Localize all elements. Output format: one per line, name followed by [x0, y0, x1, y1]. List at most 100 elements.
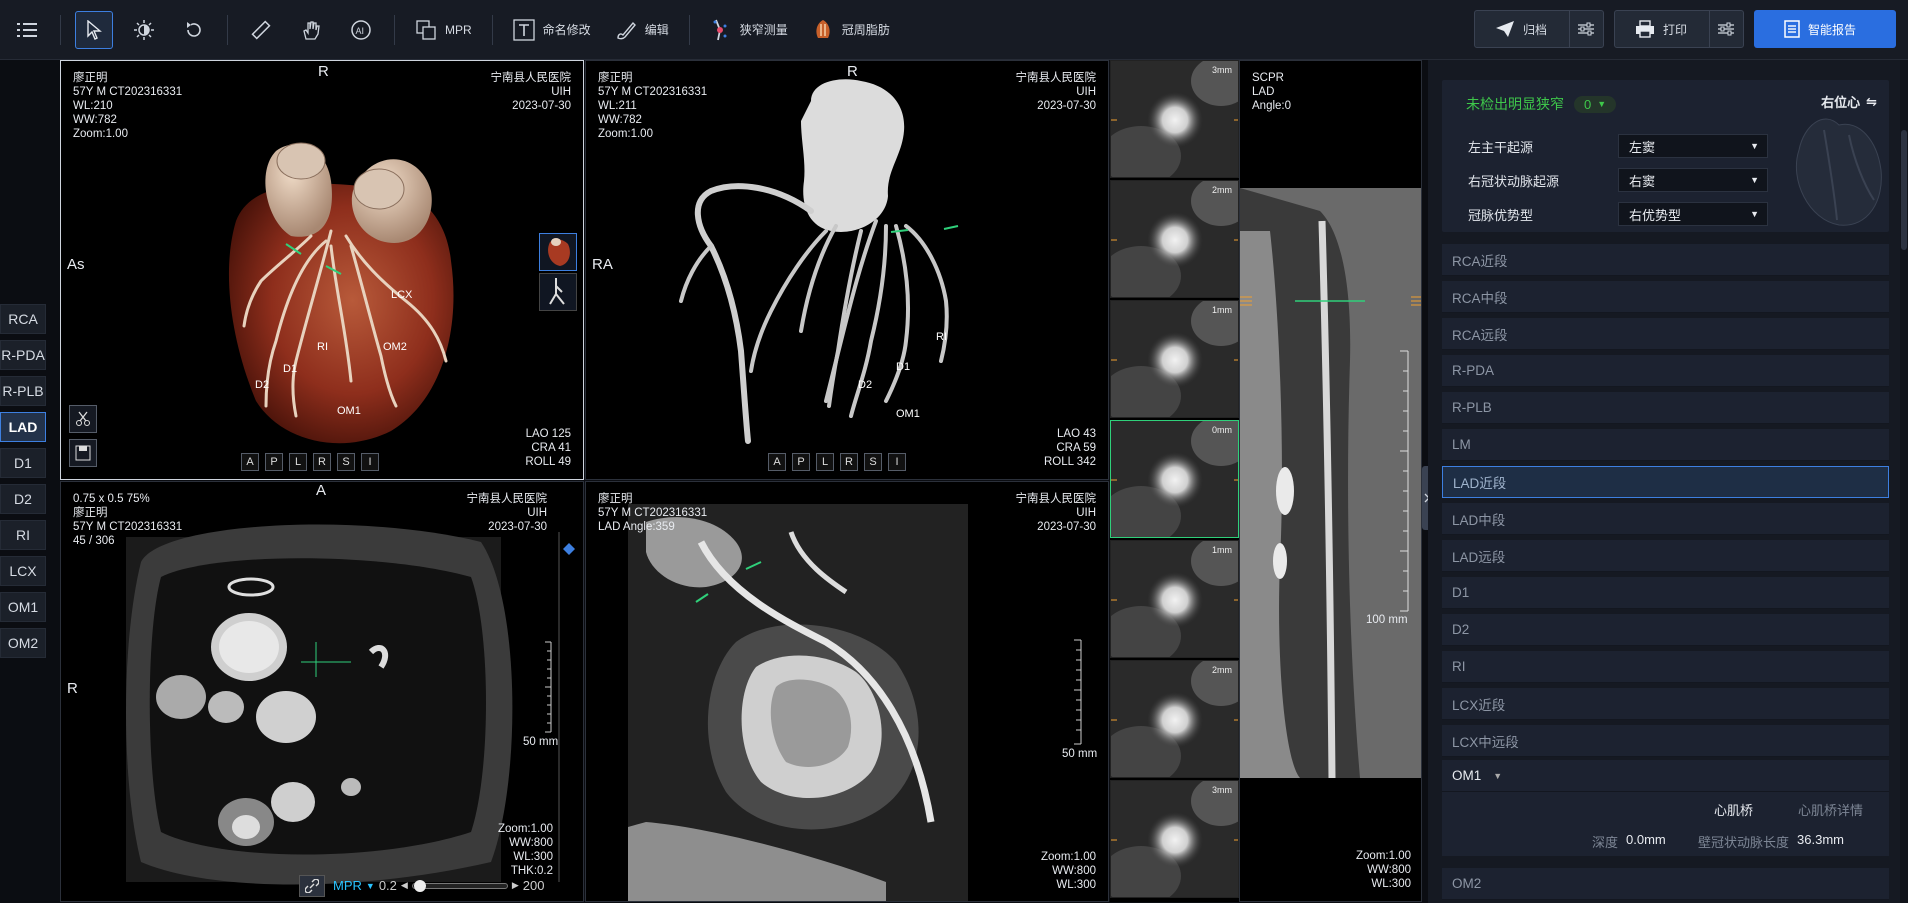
segment-item[interactable]: RCA远段 [1442, 318, 1889, 350]
dominance-select[interactable]: 右优势型 ▼ [1618, 202, 1768, 226]
view-button-a[interactable]: A [768, 453, 786, 471]
rename-button[interactable]: 命名修改 [513, 18, 591, 41]
chevron-down-icon: ▼ [1750, 209, 1759, 219]
cross-section-0[interactable]: 3mm [1110, 60, 1239, 178]
window-level: WL:210 [73, 100, 113, 112]
save-icon[interactable] [69, 439, 97, 467]
print-settings-button[interactable] [1708, 11, 1743, 47]
scrollbar-thumb[interactable] [1901, 130, 1907, 250]
rename-label: 命名修改 [542, 23, 591, 37]
view-button-r[interactable]: R [840, 453, 858, 471]
pointer-tool-icon[interactable] [75, 10, 113, 49]
segment-item[interactable]: D2 [1442, 614, 1889, 646]
mpr-mode-label[interactable]: MPR [333, 878, 362, 893]
stenosis-measure-button[interactable]: 狭窄测量 [710, 18, 788, 42]
slab-slider-thumb[interactable] [414, 879, 427, 892]
view-button-l[interactable]: L [289, 453, 307, 471]
scpr-viewport[interactable]: SCPR LAD Angle:0 100 mm Zoom:1.00 WW:800… [1239, 60, 1422, 902]
axial-viewport[interactable]: 0.75 x 0.5 75% 廖正明 57Y M CT202316331 45 … [60, 481, 584, 902]
segment-item[interactable]: R-PDA [1442, 355, 1889, 387]
view-button-s[interactable]: S [864, 453, 882, 471]
cross-section-4[interactable]: 1mm [1110, 540, 1239, 658]
vessel-tree-viewport[interactable]: 廖正明 57Y M CT202316331 WL:211 WW:782 Zoom… [585, 60, 1109, 480]
segment-d1[interactable]: D1 [0, 448, 46, 478]
view-button-a[interactable]: A [241, 453, 259, 471]
ai-icon[interactable]: AI [342, 11, 380, 49]
cross-section-6[interactable]: 3mm [1110, 780, 1239, 898]
view-button-i[interactable]: I [888, 453, 906, 471]
view-button-l[interactable]: L [816, 453, 834, 471]
rotate-icon[interactable] [175, 11, 213, 49]
window-level-icon[interactable] [125, 11, 163, 49]
smart-report-button[interactable]: 智能报告 [1753, 10, 1896, 48]
segment-item[interactable]: LM [1442, 429, 1889, 461]
patient-id: 57Y M CT202316331 [598, 507, 708, 519]
segment-item[interactable]: LCX中远段 [1442, 725, 1889, 757]
lao-angle: LAO 125 [525, 428, 571, 440]
view-button-s[interactable]: S [337, 453, 355, 471]
view-button-p[interactable]: P [792, 453, 810, 471]
rca-origin-label: 右冠状动脉起源 [1468, 173, 1560, 189]
segment-item[interactable]: LAD远段 [1442, 540, 1889, 572]
stenosis-status: 未检出明显狭窄 0 ▼ [1466, 94, 1617, 114]
ruler-icon[interactable] [242, 11, 280, 49]
segment-ri[interactable]: RI [0, 520, 46, 550]
edit-button[interactable]: 编辑 [615, 19, 669, 41]
rca-origin-select[interactable]: 右窦 ▼ [1618, 168, 1768, 192]
segment-r-pda[interactable]: R-PDA [0, 340, 46, 370]
segment-item-om2[interactable]: OM2 [1442, 868, 1889, 900]
slab-slider[interactable] [411, 879, 508, 892]
vr-thumbnail-heart[interactable] [539, 233, 577, 271]
report-panel: 未检出明显狭窄 0 ▼ 右位心 ⇋ 左主干起源 左窦 ▼ 右冠状动脉起源 右窦 … [1428, 60, 1908, 903]
segment-lcx[interactable]: LCX [0, 556, 46, 586]
vr-viewport[interactable]: 廖正明 57Y M CT202316331 WL:210 WW:782 Zoom… [60, 60, 584, 480]
cross-section-2[interactable]: 1mm [1110, 300, 1239, 418]
patient-name: 廖正明 [73, 72, 108, 84]
vr-thumbnail-vessels[interactable] [539, 273, 577, 311]
coronary-summary-card: 未检出明显狭窄 0 ▼ 右位心 ⇋ 左主干起源 左窦 ▼ 右冠状动脉起源 右窦 … [1442, 80, 1889, 232]
segment-item[interactable]: RCA近段 [1442, 244, 1889, 276]
dominance-label: 冠脉优势型 [1468, 207, 1534, 223]
segment-item[interactable]: LAD中段 [1442, 503, 1889, 535]
mpr-button[interactable]: MPR [415, 19, 472, 41]
slider-right-arrow-icon[interactable]: ▶ [512, 880, 519, 891]
tab-myocardial-bridge[interactable]: 心肌桥 [1714, 800, 1753, 819]
link-icon[interactable] [299, 875, 325, 897]
segment-item[interactable]: D1 [1442, 577, 1889, 609]
view-button-i[interactable]: I [361, 453, 379, 471]
view-button-p[interactable]: P [265, 453, 283, 471]
bridge-length-field: 壁冠状动脉长度 36.3mm [1698, 832, 1844, 851]
print-button[interactable]: 打印 [1615, 11, 1709, 47]
view-button-r[interactable]: R [313, 453, 331, 471]
cross-section-3[interactable]: 0mm [1110, 420, 1239, 538]
archive-button[interactable]: 归档 [1475, 11, 1569, 47]
stenosis-count-dropdown[interactable]: 0 ▼ [1574, 95, 1617, 113]
segment-item[interactable]: LAD近段 [1442, 466, 1889, 498]
segment-item[interactable]: RI [1442, 651, 1889, 683]
cross-section-1[interactable]: 2mm [1110, 180, 1239, 298]
scissors-icon[interactable] [69, 405, 97, 433]
left-main-origin-select[interactable]: 左窦 ▼ [1618, 134, 1768, 158]
segment-item[interactable]: RCA中段 [1442, 281, 1889, 313]
segment-d2[interactable]: D2 [0, 484, 46, 514]
segment-om2[interactable]: OM2 [0, 628, 46, 658]
pericoronary-fat-button[interactable]: 冠周脂肪 [812, 18, 890, 42]
edit-label: 编辑 [644, 23, 669, 37]
list-menu-icon[interactable] [8, 11, 46, 49]
mpr-dropdown-icon[interactable]: ▼ [366, 881, 375, 891]
cross-section-5[interactable]: 2mm [1110, 660, 1239, 778]
segment-rca[interactable]: RCA [0, 304, 46, 334]
archive-settings-button[interactable] [1568, 11, 1603, 47]
panel-scrollbar[interactable] [1900, 60, 1908, 903]
tab-myocardial-bridge-detail[interactable]: 心肌桥详情 [1798, 800, 1863, 819]
segment-lad[interactable]: LAD [0, 412, 46, 442]
hand-icon[interactable] [292, 11, 330, 49]
segment-item-om1[interactable]: OM1 ▼ [1442, 760, 1889, 792]
slider-left-arrow-icon[interactable]: ◀ [401, 880, 408, 891]
segment-item[interactable]: LCX近段 [1442, 688, 1889, 720]
segment-om1[interactable]: OM1 [0, 592, 46, 622]
segment-r-plb[interactable]: R-PLB [0, 376, 46, 406]
segment-item[interactable]: R-PLB [1442, 392, 1889, 424]
curved-mpr-viewport[interactable]: 廖正明 57Y M CT202316331 LAD Angle:359 宁南县人… [585, 481, 1109, 902]
heart-position-toggle[interactable]: 右位心 ⇋ [1821, 92, 1877, 111]
